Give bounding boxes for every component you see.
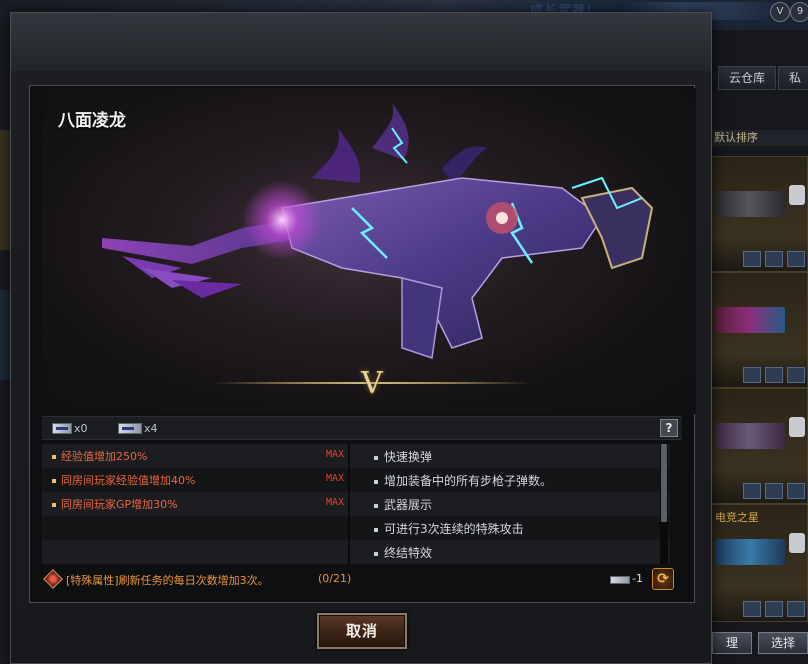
weapon-name: 八面凌龙: [58, 111, 126, 131]
parts-bar: x0 x4 ?: [42, 416, 682, 440]
inventory-card[interactable]: [708, 388, 808, 504]
sort-dropdown[interactable]: 默认排序: [712, 130, 808, 146]
special-attribute-row: [特殊属性]刷新任务的每日次数增加3次。 (0/21) -1 ⟳: [42, 566, 682, 594]
special-progress: (0/21): [318, 572, 352, 585]
gear-button[interactable]: [765, 251, 783, 267]
refresh-cost: -1: [632, 572, 643, 585]
lock-button[interactable]: [743, 367, 761, 383]
part-chip-icon: [610, 576, 630, 584]
lock-button[interactable]: [743, 483, 761, 499]
manage-button[interactable]: 理: [712, 632, 752, 654]
toggle-v-icon[interactable]: V: [770, 2, 790, 22]
refresh-button[interactable]: ⟳: [652, 568, 674, 590]
max-label: MAX: [326, 449, 345, 460]
lock-icon: [789, 185, 805, 205]
attribute-row: 终结特效: [42, 540, 670, 564]
weapon-thumbnail: [715, 423, 785, 449]
attribute-right-item: 增加装备中的所有步枪子弹数。: [374, 472, 552, 489]
card-caption: 电竞之星: [715, 511, 759, 524]
lock-button[interactable]: [743, 251, 761, 267]
weapon-showcase: 八面凌龙 V: [42, 88, 696, 414]
weapon-thumbnail: [715, 307, 785, 333]
part-chip[interactable]: x0: [52, 422, 88, 435]
refresh-icon: ⟳: [657, 571, 669, 587]
cancel-button[interactable]: 取消: [317, 613, 407, 649]
attribute-table: 经验值增加250% MAX 快速换弹 同房间玩家经验值增加40% MAX 增加装…: [42, 444, 682, 564]
settings-button[interactable]: [787, 601, 805, 617]
max-label: MAX: [326, 473, 345, 484]
select-button[interactable]: 选择: [758, 632, 808, 654]
part-count: x4: [144, 422, 158, 435]
part-chip[interactable]: x4: [118, 422, 158, 435]
weapon-thumbnail: [715, 191, 785, 217]
lock-icon: [789, 533, 805, 553]
attribute-right-item: 终结特效: [374, 544, 432, 561]
attribute-row: 经验值增加250% MAX 快速换弹: [42, 444, 670, 468]
rank-badge: V: [361, 366, 383, 401]
gear-button[interactable]: [765, 601, 783, 617]
attribute-row: 可进行3次连续的特殊攻击: [42, 516, 670, 540]
tab-private[interactable]: 私: [778, 66, 808, 90]
inventory-card[interactable]: 电竞之星: [708, 504, 808, 622]
settings-button[interactable]: [787, 251, 805, 267]
attribute-right-item: 快速换弹: [374, 448, 432, 465]
part-count: x0: [74, 422, 88, 435]
scrollbar-thumb[interactable]: [661, 444, 667, 522]
settings-button[interactable]: [787, 367, 805, 383]
lock-button[interactable]: [743, 601, 761, 617]
attribute-left-item: 同房间玩家经验值增加40%: [52, 472, 195, 488]
dialog-header: [11, 13, 711, 71]
attribute-left-item: 经验值增加250%: [52, 448, 147, 464]
weapon-thumbnail: [715, 539, 785, 565]
max-label: MAX: [326, 497, 345, 508]
attribute-right-item: 可进行3次连续的特殊攻击: [374, 520, 524, 537]
part-chip-icon: [118, 423, 142, 434]
special-diamond-icon: [43, 569, 63, 589]
tab-cloud-warehouse[interactable]: 云仓库: [718, 66, 776, 90]
special-attribute-text: [特殊属性]刷新任务的每日次数增加3次。: [66, 574, 269, 587]
help-button[interactable]: ?: [660, 419, 678, 437]
settings-button[interactable]: [787, 483, 805, 499]
weapon-info-panel: 八面凌龙 V x0 x4 ? 经验值增加250% MAX 快速换弹 同房间玩家经…: [29, 85, 696, 603]
column-divider: [348, 444, 350, 564]
toggle-shield-icon[interactable]: 9: [790, 2, 808, 22]
part-chip-icon: [52, 423, 72, 434]
attribute-row: 同房间玩家经验值增加40% MAX 增加装备中的所有步枪子弹数。: [42, 468, 670, 492]
lock-icon: [789, 417, 805, 437]
weapon-detail-dialog: 八面凌龙 V x0 x4 ? 经验值增加250% MAX 快速换弹 同房间玩家经…: [10, 12, 712, 664]
attribute-right-item: 武器展示: [374, 496, 432, 513]
attribute-row: 同房间玩家GP增加30% MAX 武器展示: [42, 492, 670, 516]
inventory-card[interactable]: [708, 156, 808, 272]
gear-button[interactable]: [765, 483, 783, 499]
gear-button[interactable]: [765, 367, 783, 383]
inventory-card[interactable]: [708, 272, 808, 388]
attribute-left-item: 同房间玩家GP增加30%: [52, 496, 178, 512]
attribute-scrollbar[interactable]: [660, 444, 668, 564]
